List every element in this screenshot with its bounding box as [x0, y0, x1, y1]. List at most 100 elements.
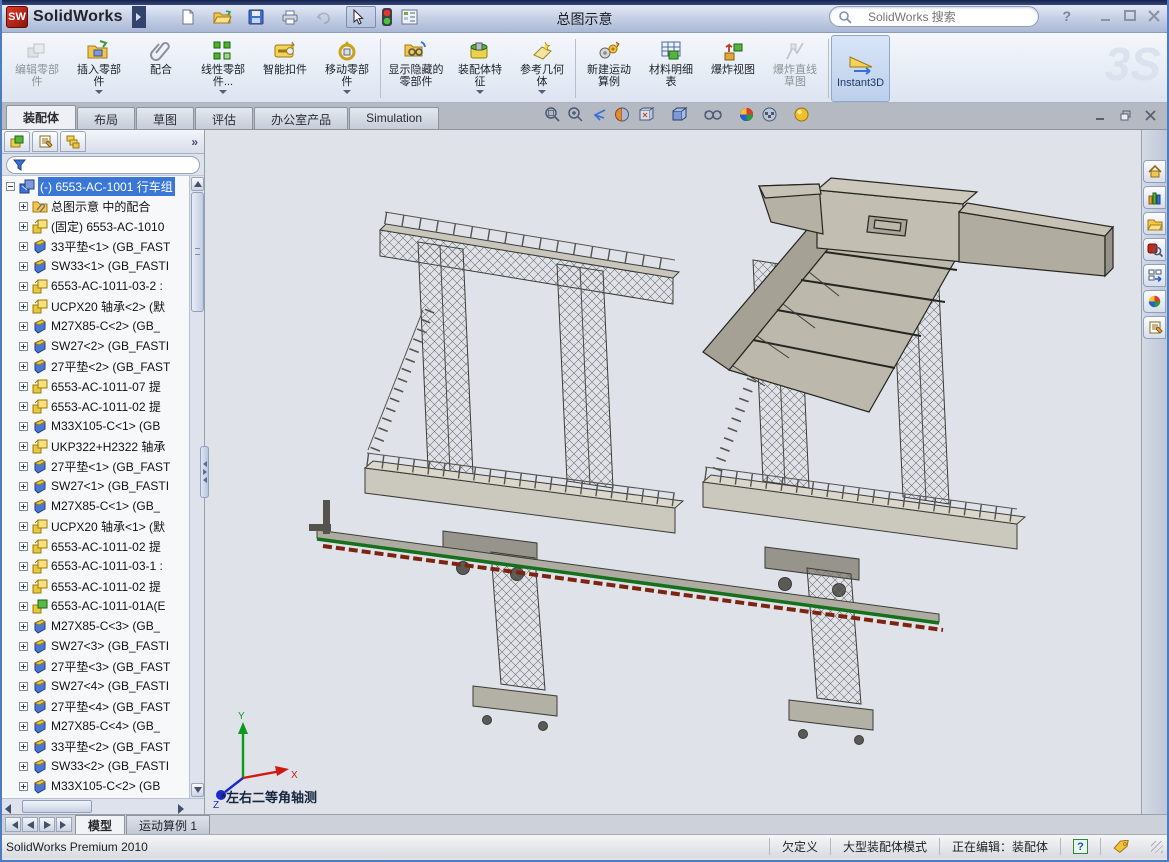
- expand-icon[interactable]: [19, 362, 28, 371]
- menu-expand-arrow-icon[interactable]: [132, 6, 146, 28]
- tree-item[interactable]: 27平垫<2> (GB_FAST: [2, 356, 204, 376]
- open-document-button[interactable]: [210, 6, 242, 28]
- collapse-icon[interactable]: [6, 182, 15, 191]
- tree-item[interactable]: 27平垫<4> (GB_FAST: [2, 696, 204, 716]
- propertymanager-tab[interactable]: [32, 131, 58, 152]
- panel-overflow-chevrons-icon[interactable]: »: [191, 135, 202, 149]
- insert-component-button[interactable]: 插入零部件: [68, 35, 130, 102]
- expand-icon[interactable]: [19, 202, 28, 211]
- tree-item[interactable]: SW27<3> (GB_FASTI: [2, 636, 204, 656]
- tree-item[interactable]: M27X85-C<1> (GB_: [2, 496, 204, 516]
- zoom-to-area-button[interactable]: [567, 106, 584, 123]
- tree-item[interactable]: 6553-AC-1011-07 提: [2, 376, 204, 396]
- tab-sketch[interactable]: 草图: [136, 107, 194, 129]
- tree-item[interactable]: M27X85-C<3> (GB_: [2, 616, 204, 636]
- document-minimize-button[interactable]: [1094, 109, 1107, 122]
- expand-icon[interactable]: [19, 422, 28, 431]
- view-settings-button[interactable]: [793, 106, 819, 123]
- tree-item[interactable]: 6553-AC-1011-02 提: [2, 396, 204, 416]
- expand-icon[interactable]: [19, 242, 28, 251]
- tree-horizontal-scrollbar[interactable]: [2, 798, 204, 814]
- tree-item[interactable]: M27X85-C<2> (GB_: [2, 316, 204, 336]
- tab-scroll-last-button[interactable]: [56, 817, 72, 832]
- tree-item[interactable]: 27平垫<1> (GB_FAST: [2, 456, 204, 476]
- tab-evaluate[interactable]: 评估: [195, 107, 253, 129]
- tree-item[interactable]: UCPX20 轴承<2> (默: [2, 296, 204, 316]
- appearances-scenes-button[interactable]: [1143, 290, 1166, 313]
- edit-component-button[interactable]: 编辑零部件: [6, 35, 68, 102]
- tree-item[interactable]: UCPX20 轴承<1> (默: [2, 516, 204, 536]
- expand-icon[interactable]: [19, 682, 28, 691]
- custom-properties-button[interactable]: [1143, 316, 1166, 339]
- section-view-button[interactable]: [614, 106, 631, 123]
- tree-item[interactable]: 6553-AC-1011-02 提: [2, 536, 204, 556]
- expand-icon[interactable]: [19, 482, 28, 491]
- tree-item[interactable]: SW27<4> (GB_FASTI: [2, 676, 204, 696]
- tree-filter-box[interactable]: [6, 156, 200, 174]
- expand-icon[interactable]: [19, 742, 28, 751]
- tree-scroll-left-icon[interactable]: [5, 801, 11, 819]
- new-document-button[interactable]: [177, 6, 207, 28]
- expand-icon[interactable]: [19, 602, 28, 611]
- move-component-button[interactable]: 移动零部件: [316, 35, 378, 102]
- solidworks-resources-button[interactable]: [1143, 160, 1166, 183]
- resize-grip[interactable]: [1151, 841, 1163, 853]
- tab-scroll-first-button[interactable]: [5, 817, 21, 832]
- undo-button[interactable]: [313, 6, 343, 28]
- save-button[interactable]: [245, 6, 275, 28]
- maximize-button[interactable]: [1123, 9, 1137, 23]
- tree-item[interactable]: (-) 6553-AC-1001 行车组: [2, 176, 204, 196]
- tree-item[interactable]: M33X105-C<2> (GB: [2, 776, 204, 796]
- apply-scene-button[interactable]: [761, 106, 787, 123]
- display-style-button[interactable]: [670, 106, 697, 123]
- bill-of-materials-button[interactable]: 材料明细表: [640, 35, 702, 102]
- expand-icon[interactable]: [19, 562, 28, 571]
- tab-assembly[interactable]: 装配体: [6, 105, 76, 129]
- tree-item[interactable]: SW27<2> (GB_FASTI: [2, 336, 204, 356]
- options-button[interactable]: [398, 6, 430, 28]
- tab-scroll-next-button[interactable]: [39, 817, 55, 832]
- search-input[interactable]: [868, 10, 1030, 24]
- expand-icon[interactable]: [19, 262, 28, 271]
- expand-icon[interactable]: [19, 322, 28, 331]
- expand-icon[interactable]: [19, 662, 28, 671]
- expand-icon[interactable]: [19, 542, 28, 551]
- expand-icon[interactable]: [19, 222, 28, 231]
- print-button[interactable]: [278, 6, 310, 28]
- explode-line-sketch-button[interactable]: 爆炸直线草图: [764, 35, 826, 102]
- tree-item[interactable]: UKP322+H2322 轴承: [2, 436, 204, 456]
- expand-icon[interactable]: [19, 762, 28, 771]
- expand-icon[interactable]: [19, 342, 28, 351]
- rebuild-button[interactable]: [379, 6, 395, 28]
- tree-scroll-up-icon[interactable]: [191, 177, 204, 191]
- reference-geometry-button[interactable]: 参考几何体: [511, 35, 573, 102]
- expand-icon[interactable]: [19, 442, 28, 451]
- linear-component-pattern-button[interactable]: 线性零部件...: [192, 35, 254, 102]
- close-button[interactable]: [1147, 9, 1161, 23]
- design-library-button[interactable]: [1143, 186, 1166, 209]
- expand-icon[interactable]: [19, 642, 28, 651]
- help-button[interactable]: ?: [1062, 8, 1071, 24]
- expand-icon[interactable]: [19, 582, 28, 591]
- show-hidden-components-button[interactable]: 显示隐藏的零部件: [383, 35, 449, 102]
- tab-simulation[interactable]: Simulation: [349, 107, 439, 129]
- expand-icon[interactable]: [19, 382, 28, 391]
- smart-fasteners-button[interactable]: 智能扣件: [254, 35, 316, 102]
- tree-item[interactable]: SW33<1> (GB_FASTI: [2, 256, 204, 276]
- tree-item[interactable]: 总图示意 中的配合: [2, 196, 204, 216]
- expand-icon[interactable]: [19, 282, 28, 291]
- tree-item[interactable]: 33平垫<1> (GB_FAST: [2, 236, 204, 256]
- tags-button[interactable]: [1100, 838, 1143, 854]
- view-orientation-button[interactable]: [637, 106, 664, 123]
- previous-view-button[interactable]: [590, 107, 608, 123]
- minimize-button[interactable]: [1099, 9, 1113, 23]
- tree-item[interactable]: SW33<2> (GB_FASTI: [2, 756, 204, 776]
- hide-show-items-button[interactable]: [703, 107, 732, 122]
- tree-scroll-right-icon[interactable]: [178, 801, 184, 819]
- expand-icon[interactable]: [19, 462, 28, 471]
- new-motion-study-button[interactable]: 新建运动算例: [578, 35, 640, 102]
- tree-item[interactable]: 6553-AC-1011-03-2 :: [2, 276, 204, 296]
- expand-icon[interactable]: [19, 502, 28, 511]
- tree-item[interactable]: 6553-AC-1011-03-1 :: [2, 556, 204, 576]
- tree-item[interactable]: 33平垫<2> (GB_FAST: [2, 736, 204, 756]
